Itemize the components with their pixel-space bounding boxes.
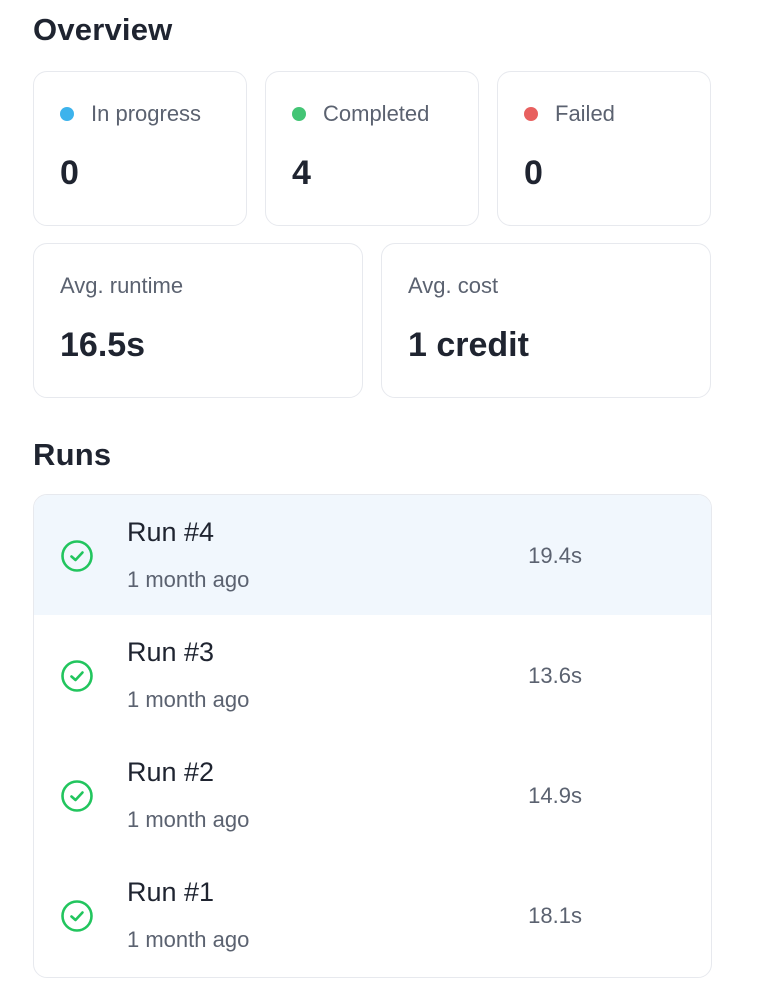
completed-dot-icon (292, 107, 306, 121)
check-circle-icon (61, 780, 93, 812)
check-circle-icon (61, 540, 93, 572)
run-name: Run #4 (127, 517, 215, 547)
check-circle-icon (61, 900, 93, 932)
stat-label: Completed (323, 101, 430, 126)
stat-label-row: In progress (60, 101, 201, 127)
stat-value: 4 (292, 154, 311, 192)
metric-label: Avg. runtime (60, 273, 184, 298)
run-name: Run #1 (127, 877, 215, 907)
metric-label: Avg. cost (408, 273, 499, 298)
run-row[interactable]: Run #2 1 month ago 14.9s (34, 735, 711, 855)
metric-card-avg-runtime: Avg. runtime 16.5s (33, 243, 363, 398)
stat-card-failed: Failed 0 (497, 71, 711, 226)
run-row[interactable]: Run #1 1 month ago 18.1s (34, 855, 711, 975)
overview-title: Overview (33, 12, 173, 47)
metric-card-avg-cost: Avg. cost 1 credit (381, 243, 711, 398)
run-time: 1 month ago (127, 567, 250, 592)
stat-value: 0 (524, 154, 543, 192)
stat-label: In progress (91, 101, 202, 126)
run-time: 1 month ago (127, 927, 250, 952)
stat-value: 0 (60, 154, 79, 192)
run-duration: 13.6s (528, 663, 582, 688)
run-name: Run #3 (127, 637, 215, 667)
runs-title: Runs (33, 437, 112, 472)
stat-label-row: Failed (524, 101, 615, 127)
runs-list: Run #4 1 month ago 19.4s Run #3 1 month … (33, 494, 712, 978)
run-duration: 19.4s (528, 543, 582, 568)
run-dashboard: Overview In progress 0 Completed 4 Faile… (0, 0, 760, 1000)
stat-card-completed: Completed 4 (265, 71, 479, 226)
run-name: Run #2 (127, 757, 215, 787)
run-duration: 18.1s (528, 903, 582, 928)
metric-value: 1 credit (408, 326, 529, 364)
run-row[interactable]: Run #3 1 month ago 13.6s (34, 615, 711, 735)
check-circle-icon (61, 660, 93, 692)
in-progress-dot-icon (60, 107, 74, 121)
stat-label: Failed (555, 101, 615, 126)
stat-card-in-progress: In progress 0 (33, 71, 247, 226)
stat-label-row: Completed (292, 101, 429, 127)
run-row[interactable]: Run #4 1 month ago 19.4s (34, 495, 711, 615)
metric-value: 16.5s (60, 326, 146, 364)
run-time: 1 month ago (127, 687, 250, 712)
run-time: 1 month ago (127, 807, 250, 832)
failed-dot-icon (524, 107, 538, 121)
run-duration: 14.9s (528, 783, 582, 808)
